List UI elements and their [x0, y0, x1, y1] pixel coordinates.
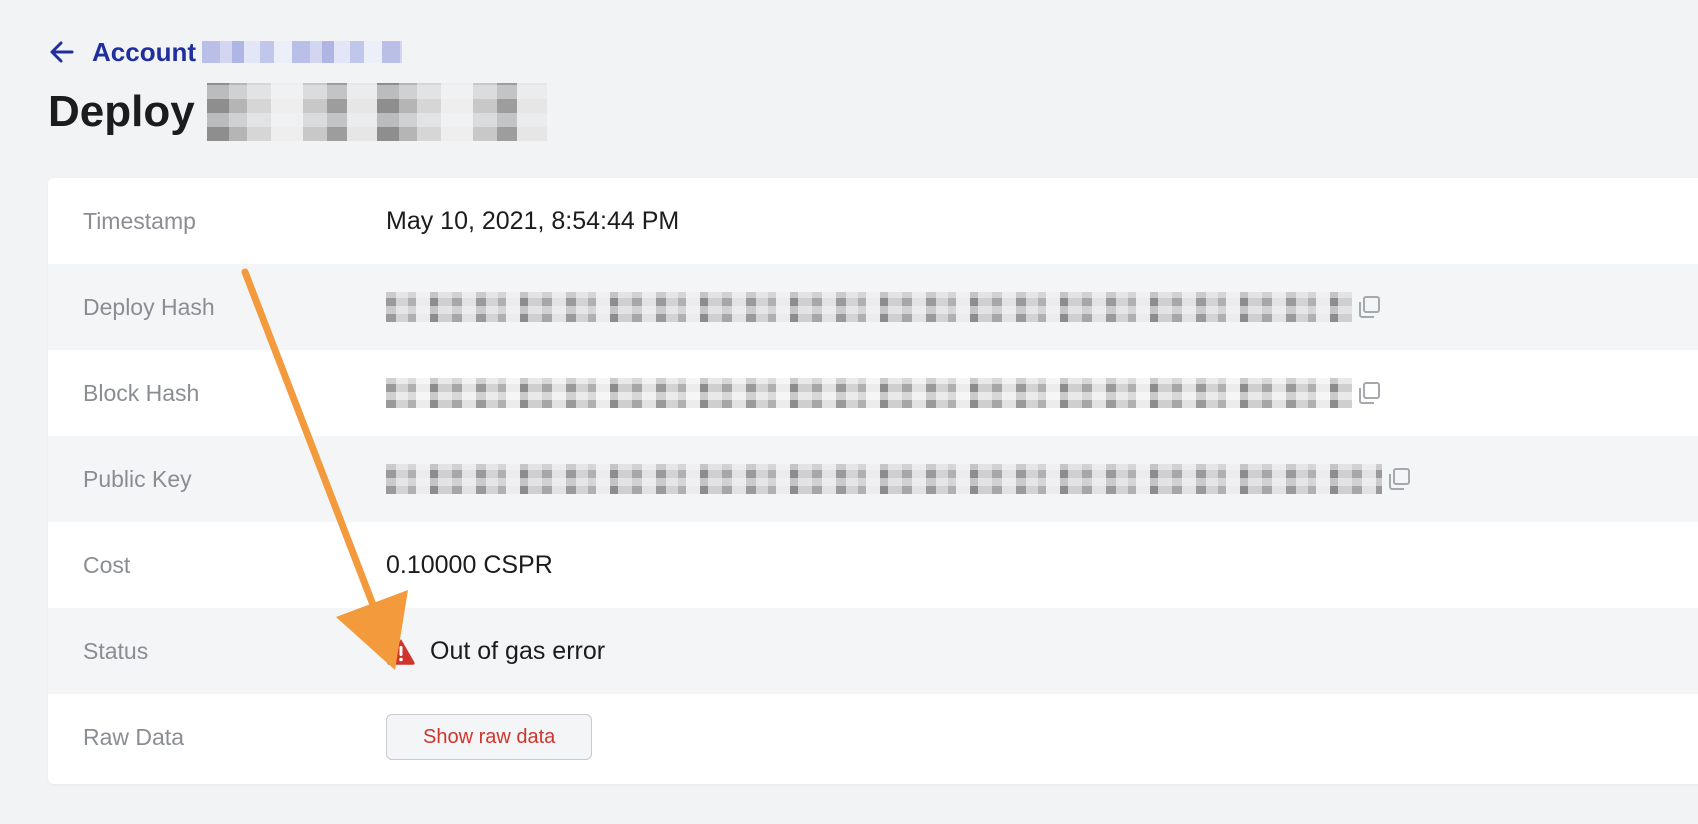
deploy-details-card: Timestamp May 10, 2021, 8:54:44 PM Deplo… [48, 178, 1698, 784]
title-row: Deploy [48, 80, 547, 144]
block-hash-label: Block Hash [83, 379, 200, 406]
status-text: Out of gas error [430, 636, 606, 665]
back-arrow-icon[interactable] [48, 38, 76, 66]
status-value: Out of gas error [386, 637, 605, 666]
copy-icon[interactable] [1356, 294, 1382, 320]
public-key-label: Public Key [83, 465, 192, 492]
page-title: Deploy [48, 87, 195, 136]
breadcrumb: Account [48, 34, 402, 70]
status-label: Status [83, 637, 149, 664]
redacted-block-hash [386, 378, 1352, 408]
deploy-hash-row: Deploy Hash [48, 264, 1698, 350]
block-hash-value [386, 378, 1382, 408]
raw-data-value: Show raw data [386, 714, 593, 760]
copy-icon[interactable] [1356, 380, 1382, 406]
timestamp-label: Timestamp [83, 207, 196, 234]
redacted-public-key [386, 464, 1382, 494]
copy-icon[interactable] [1386, 466, 1412, 492]
show-raw-data-button[interactable]: Show raw data [386, 714, 593, 760]
redacted-deploy-id [206, 83, 547, 141]
redacted-account-id [202, 41, 402, 63]
raw-data-label: Raw Data [83, 723, 184, 750]
deploy-hash-value [386, 292, 1382, 322]
cost-label: Cost [83, 551, 131, 578]
cost-row: Cost 0.10000 CSPR [48, 522, 1698, 608]
warning-icon [386, 637, 416, 665]
cost-value: 0.10000 CSPR [386, 550, 553, 579]
timestamp-value: May 10, 2021, 8:54:44 PM [386, 206, 680, 235]
public-key-value [386, 464, 1412, 494]
public-key-row: Public Key [48, 436, 1698, 522]
raw-data-row: Raw Data Show raw data [48, 694, 1698, 780]
deploy-hash-label: Deploy Hash [83, 293, 215, 320]
deploy-details-page: Account Deploy Timestamp May 10, 2021, 8… [0, 0, 1698, 824]
status-row: Status Out of gas error [48, 608, 1698, 694]
block-hash-row: Block Hash [48, 350, 1698, 436]
timestamp-row: Timestamp May 10, 2021, 8:54:44 PM [48, 178, 1698, 264]
redacted-deploy-hash [386, 292, 1352, 322]
account-link[interactable]: Account [92, 37, 196, 68]
